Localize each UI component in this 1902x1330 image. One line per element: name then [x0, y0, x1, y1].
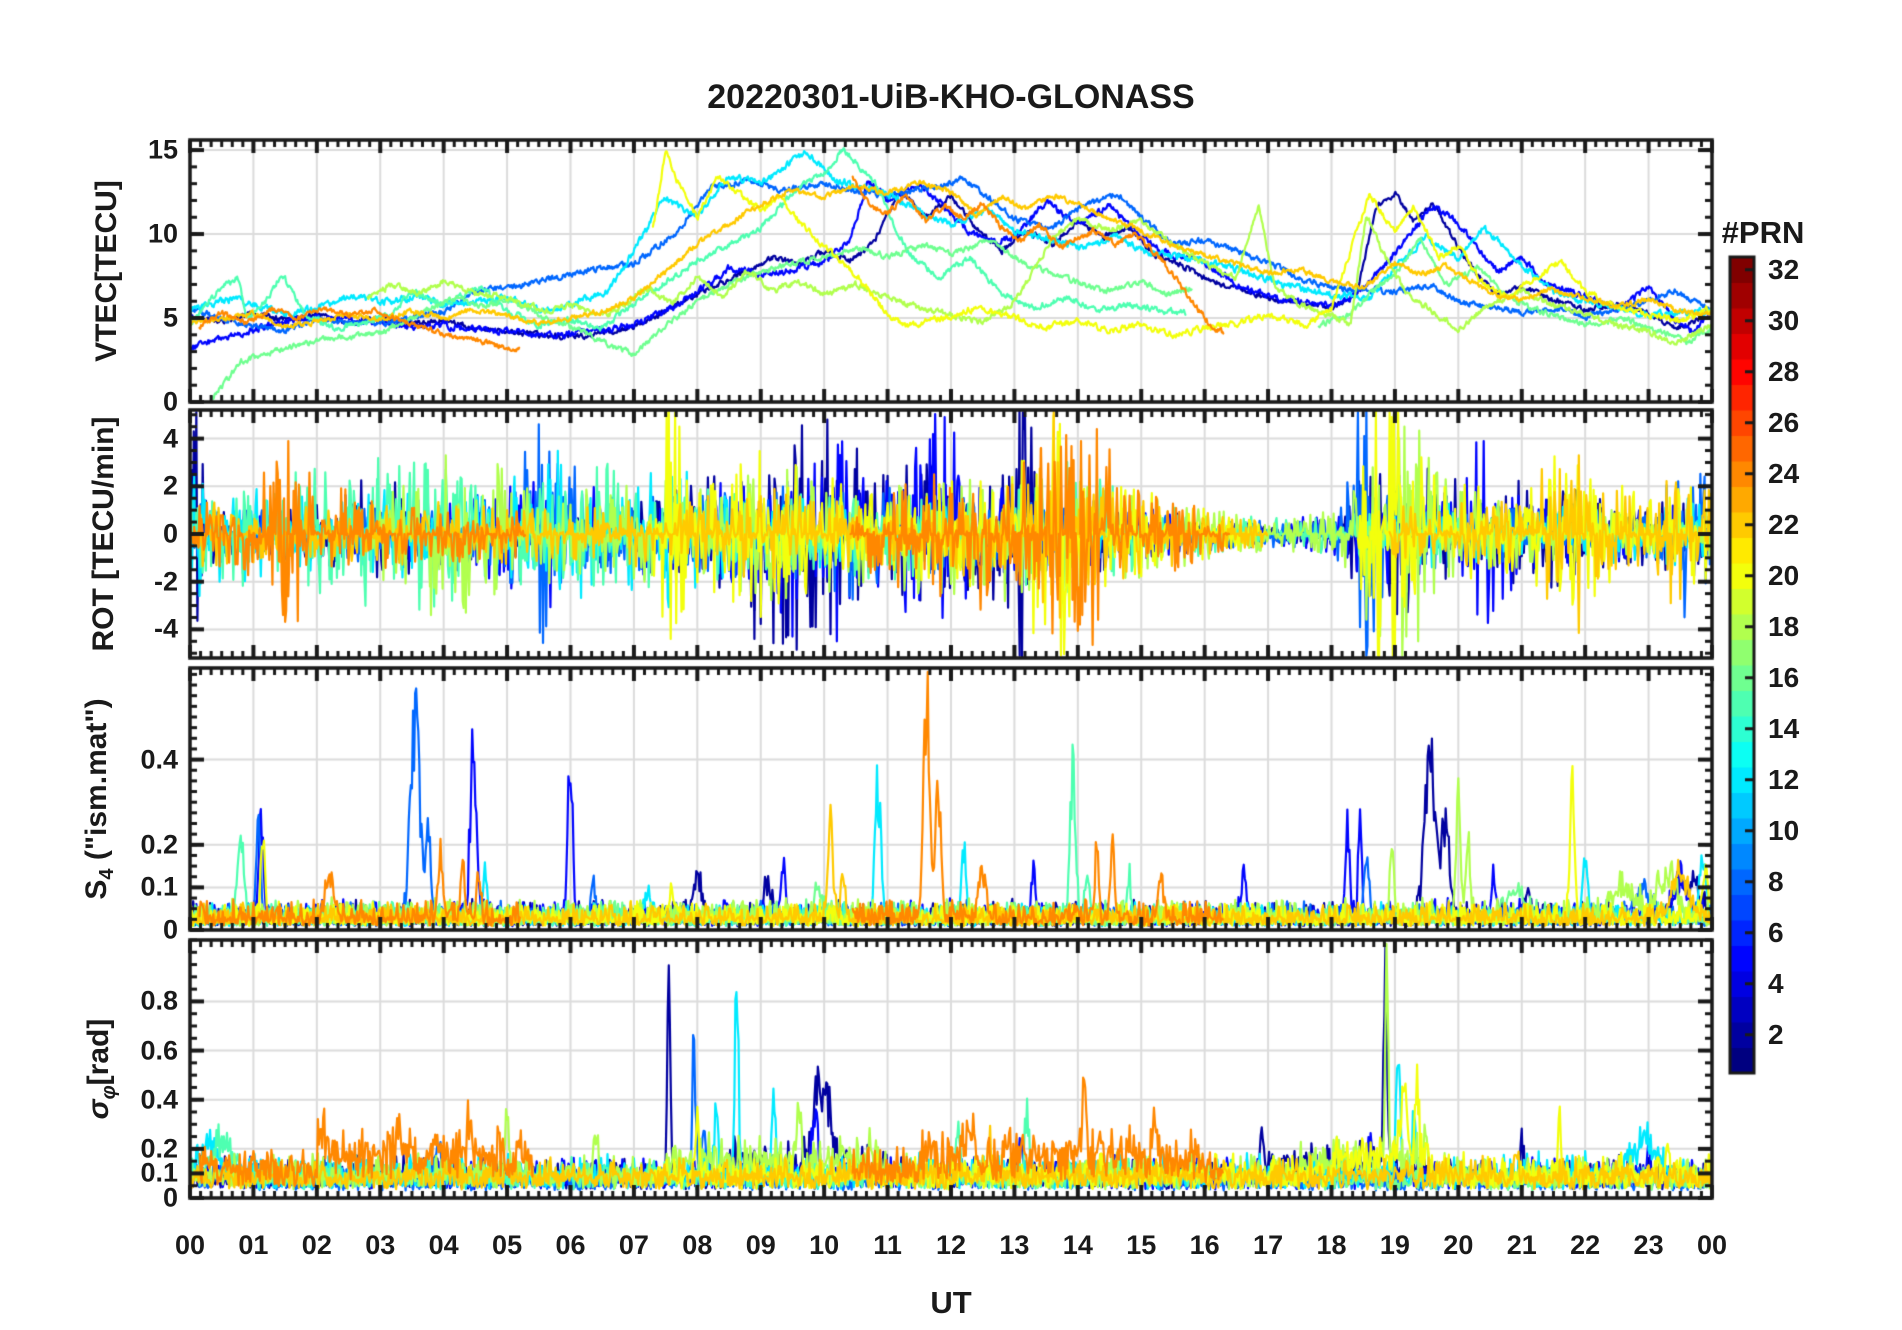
x-tick-label: 12	[935, 1230, 967, 1260]
x-tick-label: 20	[1443, 1230, 1474, 1260]
y-tick-label: 0.8	[140, 985, 178, 1016]
colorbar-tick-label: 6	[1768, 916, 1784, 948]
y-tick-label: 0.4	[140, 1084, 178, 1115]
y-tick-label: 0	[162, 386, 178, 417]
colorbar-tick-label: 26	[1768, 406, 1800, 438]
y-axis-label-vtec: VTEC[TECU]	[90, 180, 123, 362]
y-tick-label: 0.4	[140, 744, 178, 775]
x-tick-label: 03	[365, 1230, 396, 1260]
y-tick-label: 5	[162, 302, 178, 333]
y-tick-label: 2	[162, 470, 178, 501]
x-tick-label: 01	[238, 1230, 269, 1260]
colorbar-tick-label: 30	[1768, 304, 1800, 336]
colorbar-tick-label: 2	[1768, 1018, 1784, 1050]
x-tick-label: 15	[1126, 1230, 1157, 1260]
colorbar-tick-label: 22	[1768, 508, 1800, 540]
colorbar-tick-label: 14	[1768, 712, 1800, 744]
chart-canvas	[0, 0, 1902, 1330]
x-tick-label: 16	[1189, 1230, 1220, 1260]
x-tick-label: 19	[1379, 1230, 1410, 1260]
x-axis-label: UT	[930, 1285, 972, 1320]
colorbar-tick-label: 24	[1768, 457, 1800, 489]
x-tick-label: 04	[428, 1230, 459, 1260]
x-tick-label: 00	[1696, 1230, 1728, 1260]
x-tick-label: 09	[745, 1230, 776, 1260]
colorbar-tick-label: 32	[1768, 253, 1800, 285]
y-tick-label: -2	[153, 566, 178, 597]
y-tick-label: 0.1	[140, 871, 178, 902]
y-tick-label: 0.2	[140, 1133, 178, 1164]
chart-title: 20220301-UiB-KHO-GLONASS	[707, 78, 1195, 116]
colorbar-tick-label: 4	[1768, 967, 1784, 999]
x-tick-label: 05	[492, 1230, 523, 1260]
x-tick-label: 17	[1253, 1230, 1284, 1260]
y-tick-label: 0	[162, 518, 178, 549]
x-tick-label: 18	[1316, 1230, 1347, 1260]
y-tick-label: 0.6	[140, 1035, 178, 1066]
y-tick-label: 15	[147, 134, 178, 165]
colorbar-tick-label: 20	[1768, 559, 1800, 591]
colorbar-tick-label: 28	[1768, 355, 1800, 387]
x-tick-label: 13	[999, 1230, 1030, 1260]
y-tick-label: -4	[153, 613, 178, 644]
x-tick-label: 22	[1570, 1230, 1601, 1260]
x-tick-label: 07	[618, 1230, 649, 1260]
x-tick-label: 00	[174, 1230, 206, 1260]
colorbar-tick-label: 16	[1768, 661, 1800, 693]
x-tick-label: 08	[682, 1230, 713, 1260]
y-tick-label: 0.2	[140, 829, 178, 860]
x-tick-label: 23	[1633, 1230, 1664, 1260]
colorbar-title: #PRN	[1721, 215, 1805, 250]
x-tick-label: 10	[809, 1230, 840, 1260]
colorbar-tick-label: 18	[1768, 610, 1800, 642]
colorbar-tick-label: 8	[1768, 865, 1784, 897]
colorbar-tick-label: 10	[1768, 814, 1800, 846]
x-tick-label: 02	[301, 1230, 332, 1260]
y-tick-label: 4	[162, 423, 178, 454]
y-tick-label: 10	[147, 218, 178, 249]
x-tick-label: 11	[873, 1230, 902, 1260]
x-tick-label: 06	[555, 1230, 586, 1260]
y-axis-label-s4: S4 ("ism.mat")	[80, 698, 118, 900]
y-tick-label: 0	[162, 914, 178, 945]
colorbar-tick-label: 12	[1768, 763, 1800, 795]
y-axis-label-sigma: σφ[rad]	[82, 1018, 120, 1120]
x-tick-label: 21	[1506, 1230, 1537, 1260]
figure: 20220301-UiB-KHO-GLONASS VTEC[TECU] ROT …	[0, 0, 1902, 1330]
y-axis-label-rot: ROT [TECU/min]	[87, 416, 120, 652]
x-tick-label: 14	[1062, 1230, 1093, 1260]
